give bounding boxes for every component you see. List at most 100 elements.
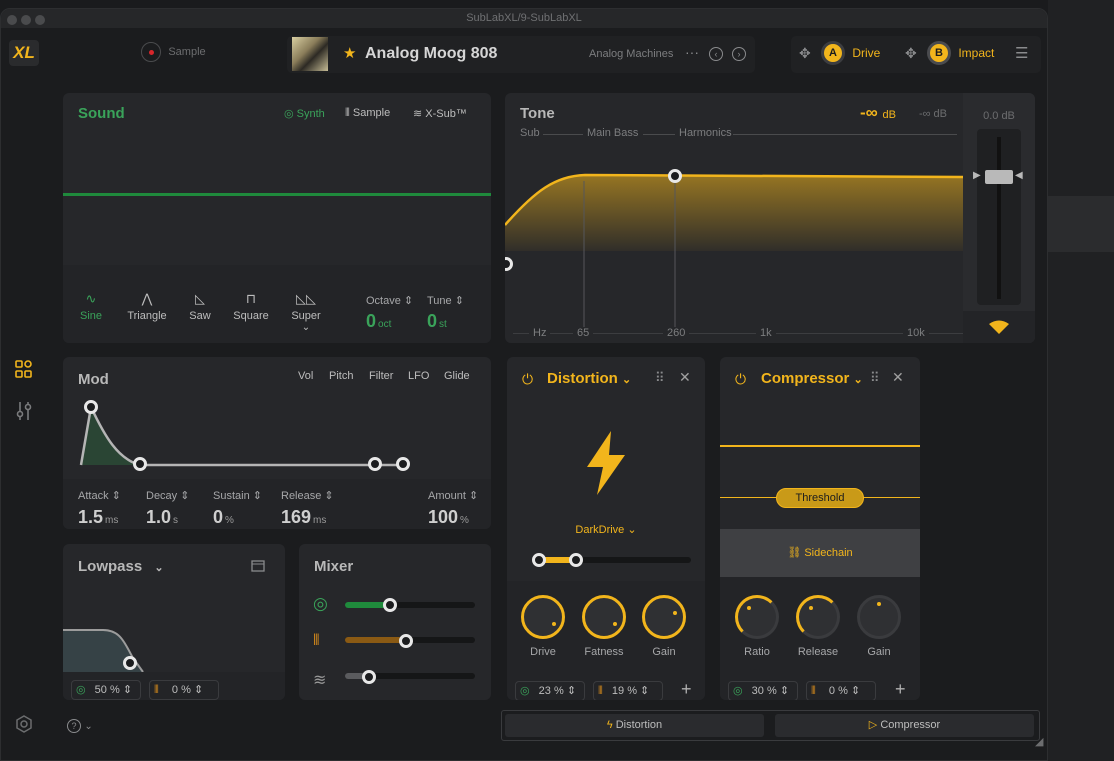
filter-menu-icon[interactable] xyxy=(251,560,265,572)
mod-tab-pitch[interactable]: Pitch xyxy=(329,370,353,382)
list-icon[interactable]: ☰ xyxy=(1015,44,1028,62)
fx-slot-a[interactable]: A Drive xyxy=(821,41,880,65)
saw-icon: ◺ xyxy=(195,291,205,306)
release-label[interactable]: Release ⇕ xyxy=(281,489,334,502)
mod-tab-glide[interactable]: Glide xyxy=(444,370,470,382)
star-icon[interactable]: ★ xyxy=(343,44,356,62)
wifi-icon[interactable] xyxy=(987,319,1011,335)
mixer-synth-thumb[interactable] xyxy=(383,598,397,612)
more-icon[interactable]: ··· xyxy=(685,44,699,60)
mixer-sample-thumb[interactable] xyxy=(399,634,413,648)
fatness-knob[interactable] xyxy=(582,595,626,639)
distortion-synth-amount[interactable]: ◎ 23 % ⇕ xyxy=(515,681,585,700)
mod-tab-filter[interactable]: Filter xyxy=(369,370,393,382)
sidechain-area[interactable]: ⛓ Sidechain xyxy=(720,529,920,577)
mod-tab-vol[interactable]: Vol xyxy=(298,370,313,382)
tune-label[interactable]: Tune ⇕ xyxy=(427,294,464,307)
distortion-sample-amount[interactable]: ⦀ 19 % ⇕ xyxy=(593,681,663,700)
attack-value[interactable]: 1.5 ms xyxy=(78,507,118,528)
power-icon[interactable]: ⏻ xyxy=(522,371,533,388)
add-icon[interactable]: + xyxy=(895,679,906,700)
drive-knob[interactable] xyxy=(521,595,565,639)
add-icon[interactable]: + xyxy=(681,679,692,700)
tone-handle-harmonics[interactable] xyxy=(668,169,682,183)
resize-handle-icon[interactable]: ◢ xyxy=(1035,735,1043,748)
sample-record-button[interactable]: Sample xyxy=(141,42,206,64)
ratio-label: Ratio xyxy=(744,646,770,658)
settings-icon[interactable] xyxy=(15,715,33,733)
wave-saw[interactable]: ◺ Saw xyxy=(181,291,219,322)
amount-value[interactable]: 100% xyxy=(428,507,469,528)
close-icon[interactable]: ✕ xyxy=(679,369,691,386)
synth-icon: ◎ xyxy=(520,685,530,697)
preset-artwork[interactable] xyxy=(292,37,328,71)
distortion-range-slider[interactable] xyxy=(535,557,691,563)
release-knob[interactable] xyxy=(796,595,840,639)
envelope-graph[interactable] xyxy=(63,387,491,477)
distortion-type-select[interactable]: DarkDrive ⌄ xyxy=(507,523,705,536)
wave-square[interactable]: ⊓ Square xyxy=(229,291,273,322)
sliders-icon[interactable] xyxy=(15,401,33,421)
compressor-synth-amount[interactable]: ◎ 30 % ⇕ xyxy=(728,681,798,700)
mixer-synth-slider[interactable] xyxy=(345,602,475,608)
ratio-knob[interactable] xyxy=(735,595,779,639)
mixer-xsub-thumb[interactable] xyxy=(362,670,376,684)
power-icon[interactable]: ⏻ xyxy=(735,371,746,388)
filter-cutoff-handle[interactable] xyxy=(123,656,137,670)
tune-value[interactable]: 0st xyxy=(427,311,447,332)
grid-icon[interactable] xyxy=(15,360,33,378)
octave-label[interactable]: Octave ⇕ xyxy=(366,294,413,307)
sustain-value[interactable]: 0% xyxy=(213,507,234,528)
compressor-sample-amount[interactable]: ⦀ 0 % ⇕ xyxy=(806,681,876,700)
comp-gain-knob[interactable] xyxy=(857,595,901,639)
envelope-sustain-handle[interactable] xyxy=(368,457,382,471)
filter-curve[interactable] xyxy=(63,622,285,672)
distortion-range-min[interactable] xyxy=(532,553,546,567)
attack-label[interactable]: Attack ⇕ xyxy=(78,489,121,502)
footer-tab-distortion[interactable]: ϟ Distortion xyxy=(505,714,764,737)
tone-curve[interactable] xyxy=(505,141,963,343)
decay-label[interactable]: Decay ⇕ xyxy=(146,489,189,502)
preset-name[interactable]: Analog Moog 808 xyxy=(365,45,497,63)
tab-synth[interactable]: ◎ Synth xyxy=(284,107,325,120)
gain-knob[interactable] xyxy=(642,595,686,639)
help-button[interactable]: ? ⌄ xyxy=(67,718,93,733)
amount-label[interactable]: Amount ⇕ xyxy=(428,489,478,502)
filter-title[interactable]: Lowpass ⌄ xyxy=(78,558,164,575)
triangle-icon: ⋀ xyxy=(141,291,153,306)
distortion-range-max[interactable] xyxy=(569,553,583,567)
footer-tab-compressor[interactable]: ▷ Compressor xyxy=(775,714,1034,737)
move-icon[interactable]: ✥ xyxy=(799,45,811,62)
wave-sine[interactable]: ∿ Sine xyxy=(71,291,111,322)
sustain-label[interactable]: Sustain ⇕ xyxy=(213,489,262,502)
fx-slot-b[interactable]: B Impact xyxy=(927,41,994,65)
drag-handle-icon[interactable]: ⠿ xyxy=(655,370,665,386)
tone-level[interactable]: -∞ dB xyxy=(860,103,896,123)
prev-preset-icon[interactable]: ‹ xyxy=(709,47,723,61)
threshold-handle[interactable]: Threshold xyxy=(776,488,864,508)
distortion-title[interactable]: Distortion ⌄ xyxy=(547,370,631,387)
decay-value[interactable]: 1.0 s xyxy=(146,507,178,528)
close-icon[interactable]: ✕ xyxy=(892,369,904,386)
wave-triangle[interactable]: ⋀ Triangle xyxy=(123,291,171,322)
fader-handle[interactable] xyxy=(985,170,1013,184)
tab-sample[interactable]: ⦀ Sample xyxy=(345,107,390,120)
envelope-attack-handle[interactable] xyxy=(84,400,98,414)
wave-super[interactable]: ◺◺ Super ⌄ xyxy=(285,291,327,333)
release-value[interactable]: 169 ms xyxy=(281,507,326,528)
preset-category[interactable]: Analog Machines xyxy=(589,48,673,60)
octave-value[interactable]: 0 oct xyxy=(366,311,391,332)
freq-label: 260 xyxy=(663,327,690,339)
window-title: SubLabXL/9-SubLabXL xyxy=(466,12,582,24)
envelope-decay-handle[interactable] xyxy=(133,457,147,471)
link-icon: ⛓ xyxy=(787,547,802,559)
envelope-release-handle[interactable] xyxy=(396,457,410,471)
filter-synth-amount[interactable]: ◎ 50 % ⇕ xyxy=(71,680,141,700)
compressor-title[interactable]: Compressor ⌄ xyxy=(761,370,863,387)
move-icon[interactable]: ✥ xyxy=(905,45,917,62)
drag-handle-icon[interactable]: ⠿ xyxy=(870,370,880,386)
tab-xsub[interactable]: ≋ X-Sub™ xyxy=(413,107,467,120)
mod-tab-lfo[interactable]: LFO xyxy=(408,370,429,382)
filter-sample-amount[interactable]: ⦀ 0 % ⇕ xyxy=(149,680,219,700)
next-preset-icon[interactable]: › xyxy=(732,47,746,61)
